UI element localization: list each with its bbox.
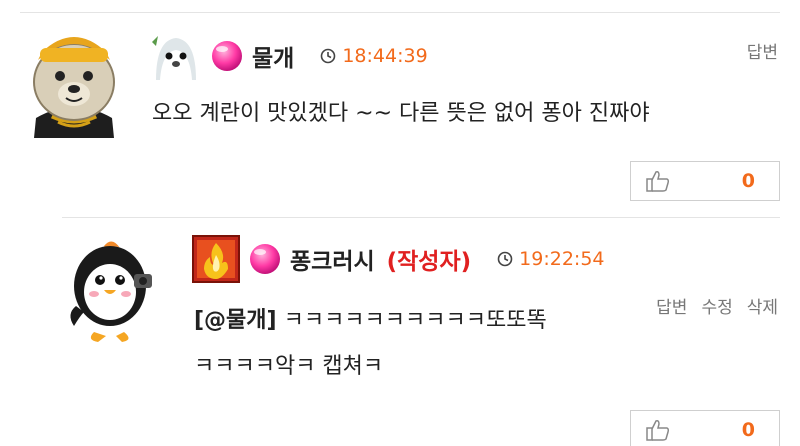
reply-button[interactable]: 답변 xyxy=(656,293,687,318)
like-button[interactable]: 0 xyxy=(630,410,780,446)
comment-time: 19:22:54 xyxy=(497,248,605,270)
avatar[interactable] xyxy=(22,26,126,138)
like-button[interactable]: 0 xyxy=(630,161,780,201)
flame-level-icon xyxy=(192,235,240,283)
comment-text: [@물개] ㅋㅋㅋㅋㅋㅋㅋㅋㅋㅋ또또똑 ㅋㅋㅋㅋ악ㅋ 캡쳐ㅋ xyxy=(194,302,547,386)
thumbs-up-icon xyxy=(646,420,670,441)
time-text: 18:44:39 xyxy=(342,45,428,67)
comment-divider xyxy=(62,217,780,218)
comment-actions: 답변 xyxy=(747,38,778,63)
comment-header: 퐁크러시 (작성자) 19:22:54 xyxy=(192,235,605,283)
comment-actions: 답변 수정 삭제 xyxy=(656,293,778,318)
comment-header: 물개 18:44:39 xyxy=(150,32,428,80)
seal-level-icon xyxy=(150,32,202,80)
avatar[interactable] xyxy=(64,236,164,348)
comment-time: 18:44:39 xyxy=(320,45,428,67)
comment-text-line: [@물개] ㅋㅋㅋㅋㅋㅋㅋㅋㅋㅋ또또똑 xyxy=(194,302,547,340)
seal-avatar-icon xyxy=(33,37,115,138)
mention-link[interactable]: [@물개] xyxy=(194,308,277,333)
time-text: 19:22:54 xyxy=(519,248,605,270)
like-count: 0 xyxy=(741,170,755,192)
nickname[interactable]: 퐁크러시 xyxy=(290,242,375,276)
top-divider xyxy=(20,12,780,13)
author-tag: (작성자) xyxy=(386,249,472,275)
edit-button[interactable]: 수정 xyxy=(701,293,732,318)
comment-text-rest: ㅋㅋㅋㅋㅋㅋㅋㅋㅋㅋ또또똑 xyxy=(276,308,547,333)
delete-button[interactable]: 삭제 xyxy=(747,293,778,318)
thumbs-up-icon xyxy=(646,171,670,192)
reply-button[interactable]: 답변 xyxy=(747,38,778,63)
comment-text-line: ㅋㅋㅋㅋ악ㅋ 캡쳐ㅋ xyxy=(194,354,384,379)
candy-icon xyxy=(212,41,242,71)
nickname[interactable]: 물개 xyxy=(252,39,294,73)
clock-icon xyxy=(321,48,336,64)
like-count: 0 xyxy=(741,419,755,441)
candy-icon xyxy=(250,244,280,274)
clock-icon xyxy=(497,251,513,267)
penguin-avatar-icon xyxy=(70,241,152,342)
comment-text: 오오 계란이 맛있겠다 ~~ 다른 뜻은 없어 퐁아 진짜야 xyxy=(152,101,650,126)
